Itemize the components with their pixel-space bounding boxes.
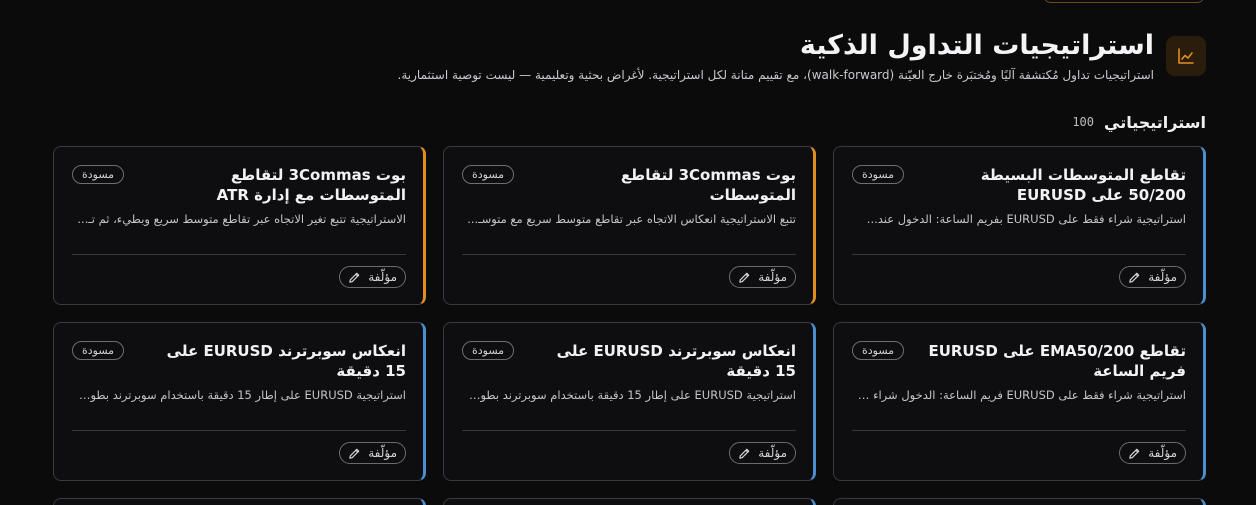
status-badge: مسودة [72, 341, 125, 360]
status-badge: مسودة [852, 341, 905, 360]
authored-label: مؤلّفة [1148, 270, 1177, 284]
authored-button[interactable]: مؤلّفة [339, 442, 406, 464]
authored-button[interactable]: مؤلّفة [1119, 266, 1186, 288]
card-description: استراتيجية EURUSD على إطار 15 دقيقة باست… [72, 388, 406, 402]
pencil-icon [739, 272, 750, 283]
card-title: بوت 3Commas لتقاطع المتوسطات [620, 166, 796, 204]
chart-line-icon [1166, 36, 1206, 76]
status-badge: مسودة [462, 165, 515, 184]
card-divider [72, 430, 406, 431]
card-title: بوت 3Commas لتقاطع المتوسطات مع إدارة AT… [216, 166, 406, 204]
page-header: استراتيجيات التداول الذكية استراتيجيات ت… [50, 30, 1206, 86]
status-badge: مسودة [72, 165, 125, 184]
card-divider [462, 430, 796, 431]
card-divider [72, 254, 406, 255]
strategy-card[interactable]: تقاطع المتوسطات البسيطة 50/200 على EURUS… [833, 146, 1206, 305]
strategy-card-partial[interactable] [833, 498, 1206, 505]
strategy-grid: تقاطع المتوسطات البسيطة 50/200 على EURUS… [53, 146, 1206, 505]
strategy-card-partial[interactable] [443, 498, 816, 505]
card-description: استراتيجية EURUSD على إطار 15 دقيقة باست… [462, 388, 796, 402]
authored-label: مؤلّفة [758, 446, 787, 460]
authored-label: مؤلّفة [368, 270, 397, 284]
page-subtitle: استراتيجيات تداول مُكتشفة آليًا ومُختبَر… [397, 68, 1154, 82]
card-description: استراتيجية شراء فقط على EURUSD فريم السا… [852, 388, 1186, 402]
card-description: الاستراتيجية تتبع تغير الاتجاه عبر تقاطع… [77, 212, 406, 226]
top-button-edge[interactable] [1043, 0, 1205, 3]
section-title: استراتيجياتي [1104, 112, 1206, 132]
authored-label: مؤلّفة [368, 446, 397, 460]
pencil-icon [739, 448, 750, 459]
card-divider [852, 254, 1186, 255]
strategy-card[interactable]: بوت 3Commas لتقاطع المتوسطات مع إدارة AT… [53, 146, 426, 305]
card-title: تقاطع المتوسطات البسيطة 50/200 على EURUS… [980, 166, 1186, 204]
card-divider [852, 430, 1186, 431]
card-description: استراتيجية شراء فقط على EURUSD بفريم الس… [866, 212, 1186, 226]
card-title: انعكاس سوبرترند EURUSD على 15 دقيقة [556, 342, 796, 380]
strategy-card[interactable]: بوت 3Commas لتقاطع المتوسطات مسودة تتبع … [443, 146, 816, 305]
page-title: استراتيجيات التداول الذكية [799, 30, 1154, 61]
authored-button[interactable]: مؤلّفة [339, 266, 406, 288]
authored-button[interactable]: مؤلّفة [729, 442, 796, 464]
card-title: تقاطع EMA50/200 على EURUSD فريم الساعة [928, 342, 1186, 380]
pencil-icon [349, 448, 360, 459]
authored-button[interactable]: مؤلّفة [1119, 442, 1186, 464]
status-badge: مسودة [852, 165, 905, 184]
strategy-card-partial[interactable] [53, 498, 426, 505]
pencil-icon [1129, 448, 1140, 459]
strategy-card[interactable]: انعكاس سوبرترند EURUSD على 15 دقيقة مسود… [443, 322, 816, 481]
strategy-card[interactable]: انعكاس سوبرترند EURUSD على 15 دقيقة مسود… [53, 322, 426, 481]
authored-label: مؤلّفة [1148, 446, 1177, 460]
section-header: استراتيجياتي 100 [1072, 111, 1206, 133]
strategy-count: 100 [1072, 115, 1094, 129]
card-description: تتبع الاستراتيجية انعكاس الاتجاه عبر تقا… [467, 212, 796, 226]
pencil-icon [349, 272, 360, 283]
status-badge: مسودة [462, 341, 515, 360]
authored-button[interactable]: مؤلّفة [729, 266, 796, 288]
strategy-card[interactable]: تقاطع EMA50/200 على EURUSD فريم الساعة م… [833, 322, 1206, 481]
card-title: انعكاس سوبرترند EURUSD على 15 دقيقة [166, 342, 406, 380]
pencil-icon [1129, 272, 1140, 283]
card-divider [462, 254, 796, 255]
authored-label: مؤلّفة [758, 270, 787, 284]
